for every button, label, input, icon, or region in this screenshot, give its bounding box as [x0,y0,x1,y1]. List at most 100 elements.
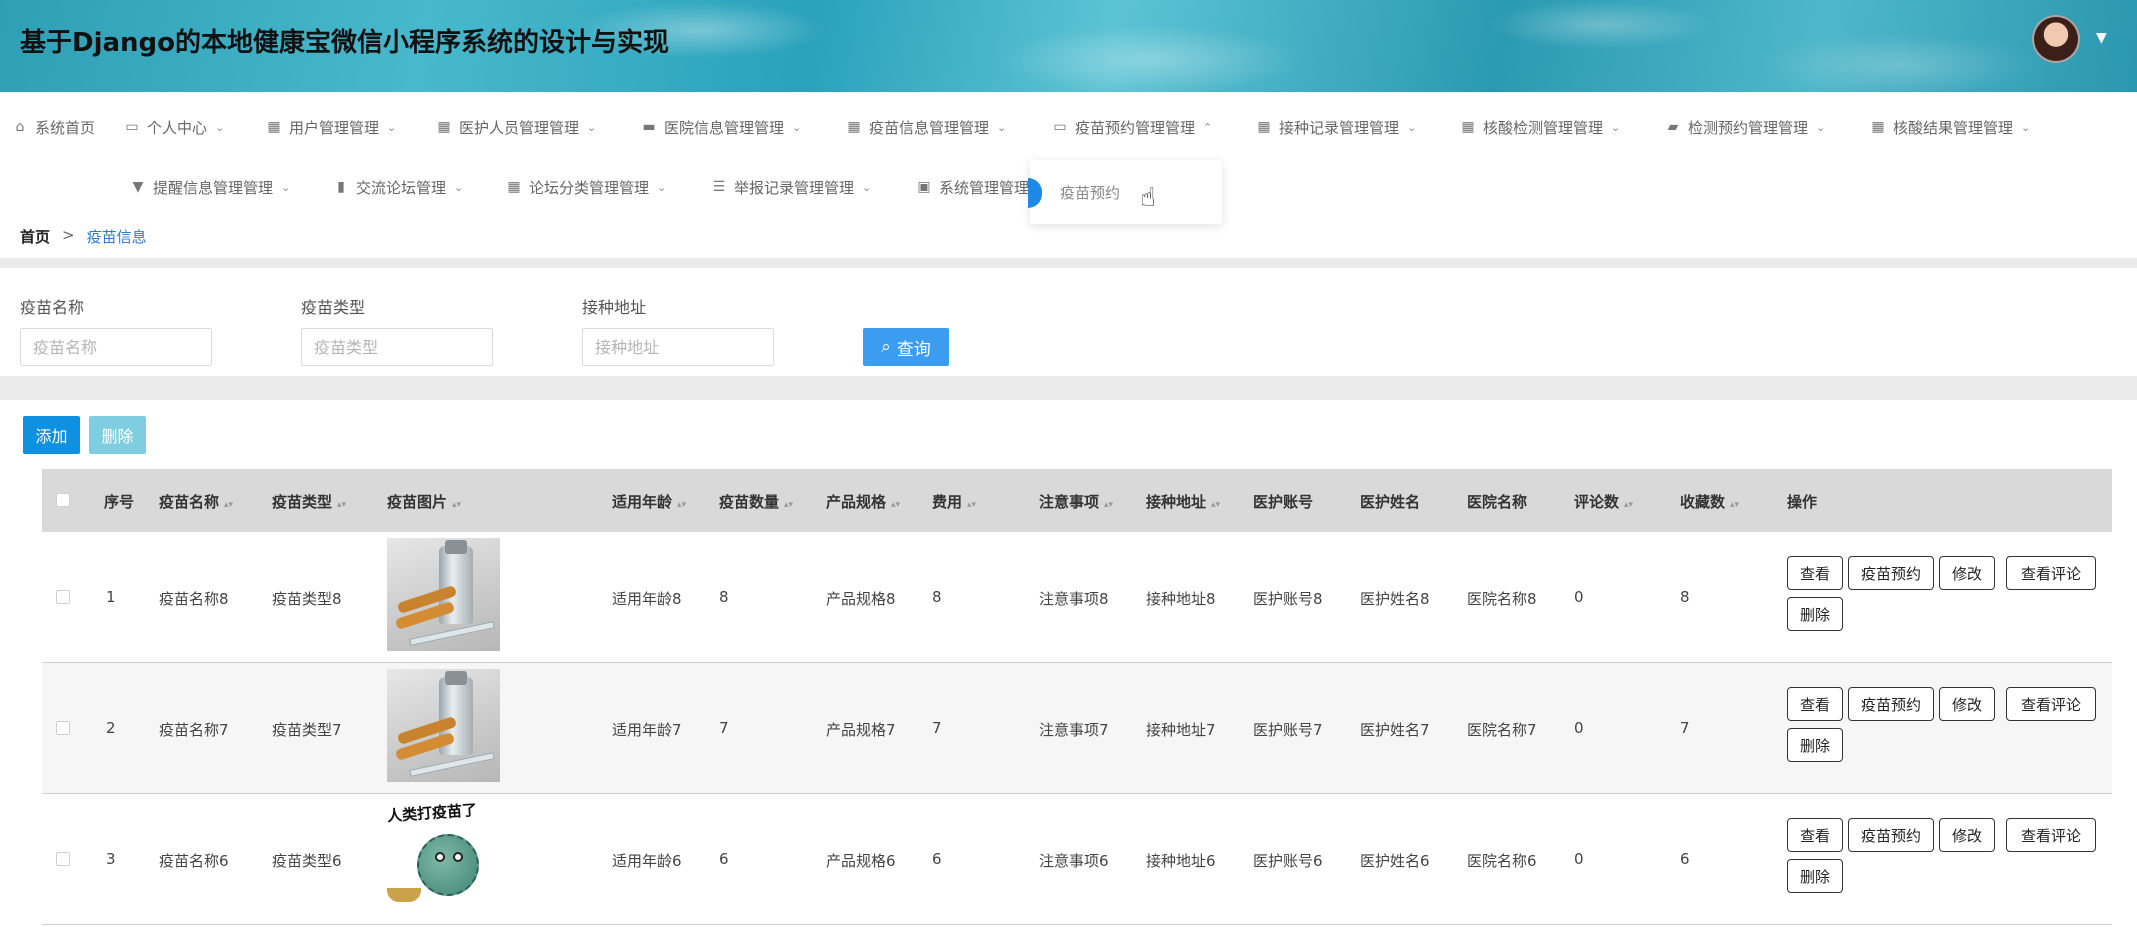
view-button[interactable]: 查看 [1787,818,1843,852]
nav-item-label: 用户管理管理 [289,118,380,137]
chat-icon: ▬ [642,119,656,135]
book-vaccine-button[interactable]: 疫苗预约 [1848,818,1934,852]
column-header-label: 疫苗图片 [387,493,448,511]
chevron-down-icon: ⌄ [792,120,802,134]
query-button[interactable]: ⌕ 查询 [863,328,949,366]
nav-item-row1-1[interactable]: ⌂ 系统首页 [12,115,95,139]
column-header-label: 医护姓名 [1360,493,1421,511]
sort-icon[interactable]: ▴▾ [1730,500,1739,510]
row-checkbox[interactable] [56,852,70,866]
book-vaccine-button[interactable]: 疫苗预约 [1848,556,1934,590]
nav-item-row1-6[interactable]: ▦ 疫苗信息管理管理 ⌄ [846,115,1006,139]
cell-quantity: 6 [719,850,729,868]
chevron-down-icon: ⌄ [387,120,397,134]
nav-item-row1-7[interactable]: ▭ 疫苗预约管理管理 ⌃ [1052,115,1212,139]
cell-staff: 医护姓名6 [1360,852,1430,870]
view-comments-button[interactable]: 查看评论 [2006,818,2096,852]
sort-icon[interactable]: ▴▾ [337,500,346,510]
sort-icon[interactable]: ▴▾ [677,500,686,510]
nav-item-row1-10[interactable]: ▰ 检测预约管理管理 ⌄ [1665,115,1826,139]
nav-item-row2-5[interactable]: ▣ 系统管理管理 [916,175,1029,199]
delete-row-button[interactable]: 删除 [1787,597,1843,631]
vaccine-name-input[interactable] [20,328,212,366]
column-header-fee[interactable]: 费用 ▴▾ [932,491,976,512]
cell-quantity: 8 [719,588,729,606]
delete-row-button[interactable]: 删除 [1787,859,1843,893]
sort-icon[interactable]: ▴▾ [1211,500,1220,510]
column-header-quantity[interactable]: 疫苗数量 ▴▾ [719,491,793,512]
vaccination-address-input[interactable] [582,328,774,366]
row-checkbox[interactable] [56,590,70,604]
id-card-icon: ▭ [125,119,139,135]
dropdown-item-vaccine-booking[interactable]: 疫苗预约 [1060,182,1120,203]
breadcrumb-home[interactable]: 首页 [20,226,50,247]
sort-icon[interactable]: ▴▾ [1624,500,1633,510]
delete-row-button[interactable]: 删除 [1787,728,1843,762]
vaccine-image-vial [387,669,500,782]
sort-icon[interactable]: ▴▾ [452,500,461,510]
nav-item-row1-4[interactable]: ▦ 医护人员管理管理 ⌄ [436,115,596,139]
virus-eye [453,852,463,862]
nav-item-row2-3[interactable]: ▦ 论坛分类管理管理 ⌄ [506,175,666,199]
nav-item-row1-3[interactable]: ▦ 用户管理管理 ⌄ [266,115,396,139]
view-button[interactable]: 查看 [1787,556,1843,590]
vaccine-type-input[interactable] [301,328,493,366]
nav-item-row1-11[interactable]: ▦ 核酸结果管理管理 ⌄ [1870,115,2030,139]
edit-button[interactable]: 修改 [1939,687,1995,721]
nav-item-row1-5[interactable]: ▬ 医院信息管理管理 ⌄ [641,115,801,139]
edit-button[interactable]: 修改 [1939,818,1995,852]
column-header-spec[interactable]: 产品规格 ▴▾ [826,491,900,512]
column-header-label: 产品规格 [826,493,887,511]
column-header-label: 接种地址 [1146,493,1207,511]
caret-down-icon[interactable]: ▼ [2096,30,2107,46]
nav-item-row2-2[interactable]: ▮ 交流论坛管理 ⌄ [333,175,463,199]
sort-icon[interactable]: ▴▾ [224,500,233,510]
cell-favorites: 7 [1680,719,1690,737]
column-header-image[interactable]: 疫苗图片 ▴▾ [387,491,461,512]
nav-item-label: 核酸检测管理管理 [1483,118,1604,137]
nav-item-label: 疫苗预约管理管理 [1075,118,1196,137]
column-header-notes[interactable]: 注意事项 ▴▾ [1039,491,1113,512]
nav-item-row2-4[interactable]: ☰ 举报记录管理管理 ⌄ [711,175,872,199]
add-button[interactable]: 添加 [23,416,80,454]
avatar[interactable] [2032,15,2080,63]
sort-icon[interactable]: ▴▾ [784,500,793,510]
grid-icon: ▦ [1461,119,1475,135]
row-checkbox[interactable] [56,721,70,735]
nav-item-row1-2[interactable]: ▭ 个人中心 ⌄ [124,115,224,139]
delete-selected-button[interactable]: 删除 [89,416,146,454]
column-header-favorites[interactable]: 收藏数 ▴▾ [1680,491,1739,512]
vaccine-name-label: 疫苗名称 [20,298,85,317]
column-header-age[interactable]: 适用年龄 ▴▾ [612,491,686,512]
cell-address: 接种地址6 [1146,852,1216,870]
column-header-name[interactable]: 疫苗名称 ▴▾ [159,491,233,512]
sort-icon[interactable]: ▴▾ [891,500,900,510]
nav-item-row1-9[interactable]: ▦ 核酸检测管理管理 ⌄ [1460,115,1620,139]
column-header-label: 费用 [932,493,963,511]
grid-icon: ▦ [507,179,521,195]
view-comments-button[interactable]: 查看评论 [2006,687,2096,721]
cell-comments: 0 [1574,850,1584,868]
edit-button[interactable]: 修改 [1939,556,1995,590]
table-row: 3 疫苗名称6 疫苗类型6 适用年龄6 6 产品规格6 6 注意事项6 接种地址6 医护账号6 医护… [42,794,2112,925]
home-icon: ⌂ [15,119,25,135]
sort-icon[interactable]: ▴▾ [1104,500,1113,510]
table-row: 2 疫苗名称7 疫苗类型7 适用年龄7 7 产品规格7 7 注意事项7 接种地址7 医护账号7 医护… [42,663,2112,794]
column-header-address[interactable]: 接种地址 ▴▾ [1146,491,1220,512]
sort-icon[interactable]: ▴▾ [967,500,976,510]
nav-item-label: 个人中心 [147,118,208,137]
vaccine-booking-dropdown: 疫苗预约 [1028,160,1222,224]
chevron-down-icon: ⌄ [2021,120,2031,134]
nav-item-row1-8[interactable]: ▦ 接种记录管理管理 ⌄ [1256,115,1416,139]
grid-icon: ▦ [437,119,451,135]
cell-comments: 0 [1574,719,1584,737]
select-all-checkbox[interactable] [56,493,70,507]
app-header: 基于Django的本地健康宝微信小程序系统的设计与实现 ▼ [0,0,2137,92]
column-header-comments[interactable]: 评论数 ▴▾ [1574,491,1633,512]
book-vaccine-button[interactable]: 疫苗预约 [1848,687,1934,721]
nav-item-row2-1[interactable]: ▼ 提醒信息管理管理 ⌄ [130,175,291,199]
view-button[interactable]: 查看 [1787,687,1843,721]
grid-icon: ▦ [1871,119,1885,135]
column-header-type[interactable]: 疫苗类型 ▴▾ [272,491,346,512]
view-comments-button[interactable]: 查看评论 [2006,556,2096,590]
